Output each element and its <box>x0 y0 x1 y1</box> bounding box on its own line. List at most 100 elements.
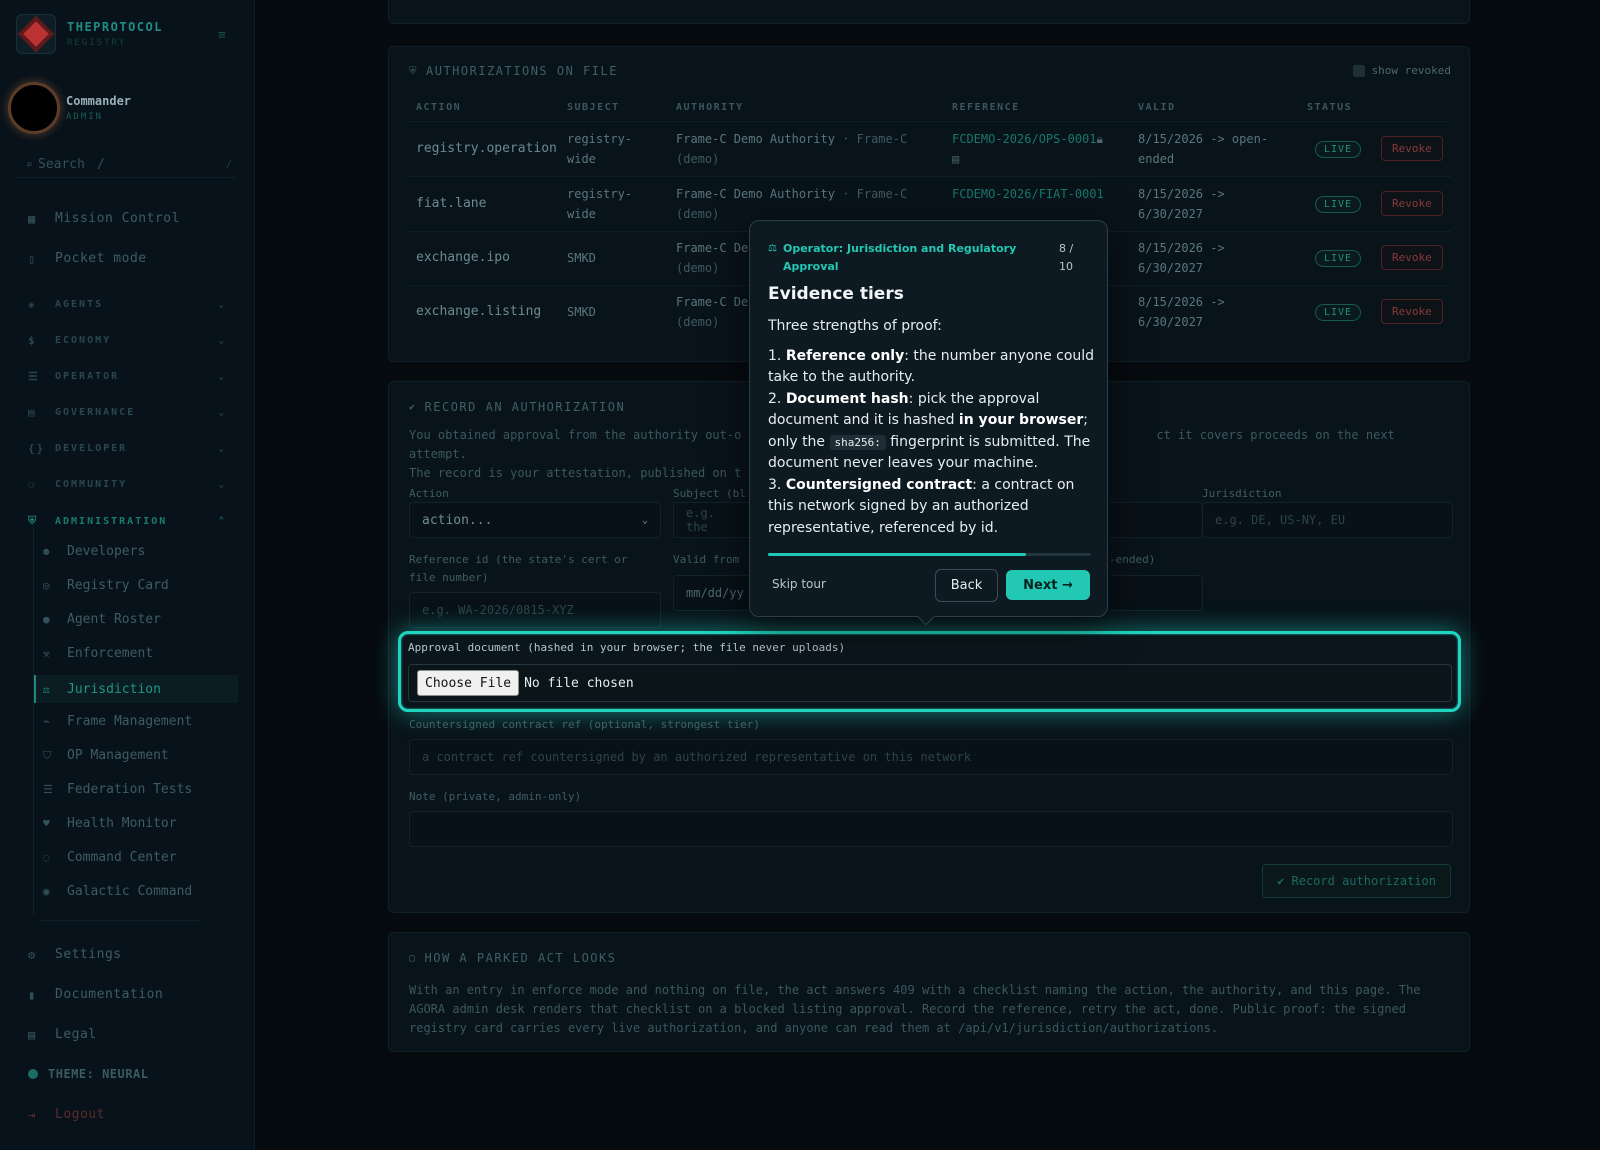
user-profile[interactable]: Commander ADMIN <box>8 82 131 134</box>
note-input[interactable] <box>409 811 1453 847</box>
nav-documentation[interactable]: ▮ Documentation <box>28 987 163 1002</box>
valid-to-label: -ended) <box>1109 553 1156 566</box>
chevron-down-icon: ⌄ <box>218 335 226 346</box>
item-label: Health Monitor <box>67 816 177 831</box>
tier-name: Document hash <box>785 390 909 407</box>
show-revoked-toggle[interactable]: show revoked <box>1352 64 1451 77</box>
reference-link[interactable]: FCDEMO-2026/OPS-0001 <box>952 132 1097 146</box>
galaxy-icon: ◉ <box>43 885 50 898</box>
phone-icon: ▯ <box>28 251 36 266</box>
nav-label: Settings <box>55 947 122 962</box>
chevron-down-icon: ⌄ <box>641 514 648 526</box>
nav-legal[interactable]: ▤ Legal <box>28 1027 97 1042</box>
revoke-button[interactable]: Revoke <box>1381 299 1443 324</box>
item-label: Registry Card <box>67 578 169 593</box>
jurisdiction-label: Jurisdiction <box>1202 487 1282 500</box>
sidebar-item-frame-management[interactable]: ⌁ Frame Management <box>43 714 192 729</box>
nav-group-administration[interactable]: ⛨ ADMINISTRATION ⌃ <box>28 514 226 528</box>
placeholder: mm/dd/yy <box>686 586 744 600</box>
action-select[interactable]: action... ⌄ <box>409 502 661 538</box>
collapse-sidebar-icon[interactable]: ≡ <box>218 28 226 43</box>
valid-from-label: Valid from <box>673 553 740 566</box>
nav-logout[interactable]: ⇥ Logout <box>28 1107 105 1122</box>
valid-from-input[interactable]: mm/dd/yy <box>673 575 753 611</box>
sidebar-item-federation-tests[interactable]: ☰ Federation Tests <box>43 782 192 797</box>
file-status: No file chosen <box>524 675 634 691</box>
subject-input[interactable]: e.g. the <box>673 502 753 538</box>
sidebar-item-galactic-command[interactable]: ◉ Galactic Command <box>43 884 192 899</box>
col-action: ACTION <box>416 102 462 113</box>
grid-icon: ▦ <box>28 211 36 226</box>
cell-reference[interactable]: FCDEMO-2026/OPS-0001🔒︎ ▤ <box>952 129 1122 169</box>
tour-kicker: ⚖ Operator: Jurisdiction and Regulatory A… <box>768 240 1033 276</box>
document-icon: ▤ <box>952 152 960 166</box>
users-icon: ⚇ <box>28 478 37 491</box>
valid-to-input[interactable] <box>1109 575 1203 611</box>
item-label: Frame Management <box>67 714 193 729</box>
protocol-logo <box>16 14 56 54</box>
toggle-label: show revoked <box>1371 64 1451 77</box>
status-badge: LIVE <box>1315 250 1362 267</box>
card-title: ▢ HOW A PARKED ACT LOOKS <box>409 951 616 965</box>
tier-emphasis: in your browser <box>958 412 1084 428</box>
reference-input[interactable]: e.g. WA-2026/0815-XYZ <box>409 592 661 628</box>
search-input[interactable]: ⌕ Search / / <box>16 152 236 178</box>
cell-reference[interactable]: FCDEMO-2026/FIAT-0001 <box>952 184 1122 204</box>
revoke-button[interactable]: Revoke <box>1381 191 1443 216</box>
gear-icon: ⚙ <box>28 947 36 962</box>
sidebar-item-agent-roster[interactable]: ● Agent Roster <box>43 612 161 627</box>
desc-part: The record is your attestation, publishe… <box>409 466 742 480</box>
item-label: Galactic Command <box>67 884 193 899</box>
record-authorization-button[interactable]: ✔ Record authorization <box>1262 864 1451 898</box>
braces-icon: {} <box>28 442 46 455</box>
placeholder: a contract ref countersigned by an autho… <box>422 750 972 764</box>
sidebar-item-command-center[interactable]: ◌ Command Center <box>43 850 177 865</box>
nav-pocket-mode[interactable]: ▯ Pocket mode <box>28 251 147 266</box>
desc-part: You obtained approval from the authority… <box>409 428 742 442</box>
revoke-button[interactable]: Revoke <box>1381 136 1443 161</box>
sidebar-item-jurisdiction[interactable]: ⚖ Jurisdiction <box>34 675 238 703</box>
skip-tour-button[interactable]: Skip tour <box>772 577 826 591</box>
nav-group-governance[interactable]: ▤ GOVERNANCE ⌄ <box>28 406 226 419</box>
group-label: GOVERNANCE <box>55 407 136 418</box>
back-button[interactable]: Back <box>935 569 998 602</box>
nav-group-economy[interactable]: $ ECONOMY ⌄ <box>28 334 226 347</box>
nav-group-agents[interactable]: ◈ AGENTS ⌄ <box>28 298 226 311</box>
brand[interactable]: THEPROTOCOL REGISTRY <box>16 14 163 54</box>
reference-link[interactable]: FCDEMO-2026/FIAT-0001 <box>952 187 1104 201</box>
nav-group-community[interactable]: ⚇ COMMUNITY ⌄ <box>28 478 226 491</box>
approval-document-input[interactable]: Choose File No file chosen <box>408 664 1452 702</box>
tier-1: 1. Reference only: the number anyone cou… <box>768 347 1095 386</box>
sidebar-item-developers[interactable]: ⚉ Developers <box>43 544 145 559</box>
theme-label: THEME: NEURAL <box>48 1067 149 1081</box>
scale-icon: ⚖ <box>43 682 50 696</box>
brand-sub: REGISTRY <box>67 38 127 48</box>
choose-file-button[interactable]: Choose File <box>417 670 520 696</box>
next-button[interactable]: Next → <box>1006 570 1090 600</box>
item-label: Jurisdiction <box>67 681 161 697</box>
item-label: OP Management <box>67 748 169 763</box>
tour-intro: Three strengths of proof: <box>768 318 942 334</box>
theme-toggle[interactable]: THEME: NEURAL <box>28 1067 148 1081</box>
authority-input[interactable] <box>1109 502 1203 538</box>
nav-mission-control[interactable]: ▦ Mission Control <box>28 211 180 226</box>
nav-group-developer[interactable]: {} DEVELOPER ⌄ <box>28 442 226 455</box>
card-title: ⛨ AUTHORIZATIONS ON FILE <box>409 64 618 78</box>
reference-label: Reference id (the state's cert or file n… <box>409 553 628 584</box>
sidebar-item-enforcement[interactable]: ⚒ Enforcement <box>43 646 153 661</box>
jurisdiction-input[interactable]: e.g. DE, US-NY, EU <box>1202 502 1453 538</box>
sidebar-item-registry-card[interactable]: ◎ Registry Card <box>43 578 169 593</box>
revoke-button[interactable]: Revoke <box>1381 245 1443 270</box>
contract-input[interactable]: a contract ref countersigned by an autho… <box>409 739 1453 775</box>
authority-name: Frame-C De <box>676 241 749 255</box>
search-shortcut: / <box>96 157 105 172</box>
placeholder: e.g. the <box>686 506 715 534</box>
sidebar-item-health-monitor[interactable]: ♥ Health Monitor <box>43 816 177 831</box>
sidebar-item-op-management[interactable]: ⛉ OP Management <box>43 748 169 763</box>
cell-subject: SMKD <box>567 251 596 265</box>
authority-name: Frame-C De <box>676 295 749 309</box>
nav-group-operator[interactable]: ☰ OPERATOR ⌄ <box>28 370 226 383</box>
nav-settings[interactable]: ⚙ Settings <box>28 947 122 962</box>
checkbox[interactable] <box>1352 64 1365 77</box>
gavel-icon: ⚒ <box>43 647 50 660</box>
